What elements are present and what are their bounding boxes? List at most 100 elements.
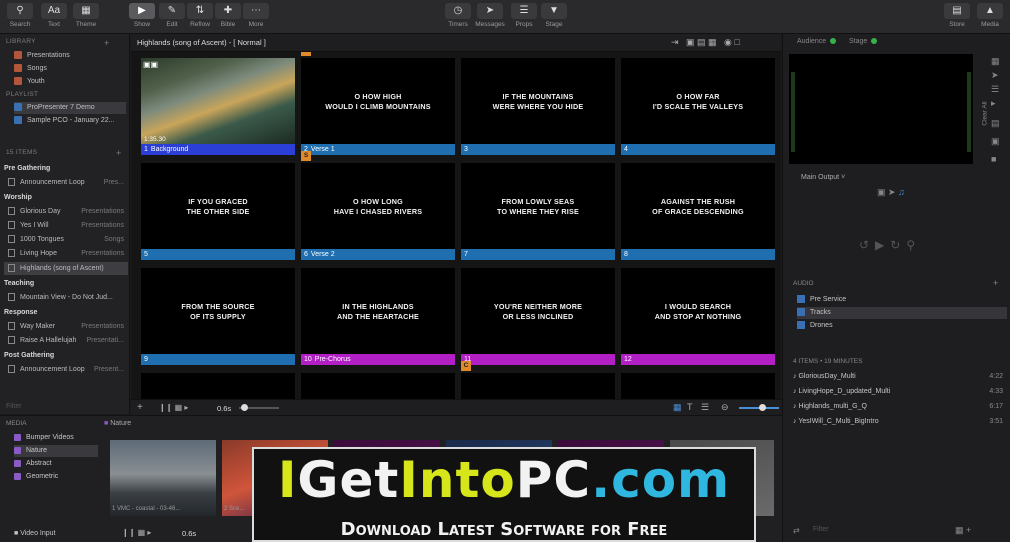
media-button[interactable]: ▲ Media — [974, 3, 1006, 31]
transport-controls[interactable]: ↺▶↻⚲ — [859, 238, 921, 252]
media-playlist-bumper[interactable]: Bumper Videos — [14, 432, 98, 444]
track-row[interactable]: ♪ YesIWill_C_Multi_BigIntro 3:51 — [793, 415, 1007, 429]
library-item-youth[interactable]: Youth — [14, 76, 126, 88]
slide-thumbnail[interactable]: AGAINST THE RUSH OF GRACE DESCENDING 8 — [621, 163, 775, 263]
add-item-icon[interactable]: + — [116, 148, 122, 158]
text-view-icon[interactable]: T — [687, 402, 693, 412]
playlist-row[interactable]: Raise A Hallelujah Presentati... — [4, 334, 128, 347]
playlist-item-pco[interactable]: Sample PCO - January 22... — [14, 115, 126, 127]
playlist-row[interactable]: Glorious Day Presentations — [4, 205, 128, 218]
media-playlist-geometric[interactable]: Geometric — [14, 471, 98, 483]
slide-thumbnail[interactable]: FROM LOWLY SEAS TO WHERE THEY RISE 7 — [461, 163, 615, 263]
slide-thumbnail[interactable]: YOU'RE NEITHER MORE OR LESS INCLINED 11 — [461, 268, 615, 368]
clear-all-button[interactable]: Clear All — [982, 101, 989, 125]
presentation-title: Highlands (song of Ascent) - [ Normal ] — [137, 38, 266, 47]
theme-button[interactable]: ▦ Theme — [70, 3, 102, 31]
slide-thumbnail[interactable]: FROM THE SOURCE OF ITS SUPPLY 9 — [141, 268, 295, 368]
list-view-icon[interactable]: ☰ — [701, 402, 709, 413]
clear-video-icon[interactable]: ■ — [991, 154, 996, 164]
media-layout-icons[interactable]: ❙❙ ▦ ▸ — [122, 528, 151, 537]
group-post-gathering[interactable]: Post Gathering — [4, 349, 128, 362]
more-mode-button[interactable]: ⋯ More — [240, 3, 272, 31]
text-button[interactable]: Aa Text — [38, 3, 70, 31]
slide-thumbnail[interactable]: IN THE HIGHLANDS AND THE HEARTACHE 10 Pre-… — [301, 268, 455, 368]
main-output-select[interactable]: Main Output ˅ — [801, 174, 845, 181]
track-row[interactable]: ♪ GloriousDay_Multi 4:22 — [793, 370, 1007, 384]
playlist-row[interactable]: Yes I Will Presentations — [4, 219, 128, 232]
group-response[interactable]: Response — [4, 306, 128, 319]
slide-thumbnail[interactable] — [621, 373, 775, 399]
slide-thumbnail[interactable]: IF THE MOUNTAINS WERE WHERE YOU HIDE 3 — [461, 58, 615, 158]
media-folder-title: ■ Nature — [104, 420, 132, 427]
output-tab-icons[interactable]: ▣ ➤ ♫ — [877, 187, 905, 198]
clear-slide-icon[interactable]: ▦ — [991, 56, 1000, 67]
transition-slider-thumb[interactable] — [241, 404, 248, 411]
slide-thumbnail[interactable]: O HOW FAR I'D SCALE THE VALLEYS 4 — [621, 58, 775, 158]
audio-playlist-tracks[interactable]: Tracks — [797, 307, 1007, 319]
playlist-item-demo[interactable]: ProPresenter 7 Demo — [14, 102, 126, 114]
clear-props-icon[interactable]: ☰ — [991, 84, 999, 95]
media-folder-icon — [14, 472, 21, 480]
layout-icons[interactable]: ❙❙ ▦ ▸ — [159, 403, 188, 412]
audio-settings-icon[interactable]: ▦ + — [955, 525, 971, 536]
video-input-item[interactable]: ■ Video Input — [14, 530, 55, 537]
items-filter-input[interactable]: Filter — [6, 403, 22, 410]
slide-thumbnail[interactable] — [301, 373, 455, 399]
audience-toggle[interactable]: Audience — [797, 38, 837, 45]
slide-thumbnail[interactable]: O HOW HIGH WOULD I CLIMB MOUNTAINS 2 Verse… — [301, 52, 455, 158]
document-icon — [8, 322, 15, 331]
slide-text: IF THE MOUNTAINS WERE WHERE YOU HIDE — [492, 92, 584, 111]
search-button[interactable]: ⚲ Search — [4, 3, 36, 31]
add-library-icon[interactable]: + — [104, 38, 110, 48]
clear-media-icon[interactable]: ▤ — [991, 118, 1000, 129]
slide-screen: 1:35.30 ▣▣ — [141, 58, 295, 144]
library-item-presentations[interactable]: Presentations — [14, 50, 126, 62]
group-pre-gathering[interactable]: Pre Gathering — [4, 162, 128, 175]
playlist-row[interactable]: Announcement Loop Pres... — [4, 176, 128, 189]
props-button[interactable]: ☰ Props — [508, 3, 540, 31]
slide-thumbnail[interactable]: C — [461, 361, 615, 399]
media-playlist-abstract[interactable]: Abstract — [14, 458, 98, 470]
clear-announce-icon[interactable]: ▸ — [991, 98, 996, 109]
media-playlist-nature[interactable]: Nature — [14, 445, 98, 457]
slide-thumbnail[interactable]: 1:35.30 ▣▣ 1 Background — [141, 58, 295, 158]
slide-thumbnail[interactable]: IF YOU GRACED THE OTHER SIDE 5 — [141, 163, 295, 263]
track-row[interactable]: ♪ LivingHope_D_updated_Multi 4:33 — [793, 385, 1007, 399]
slide-text: O HOW FAR I'D SCALE THE VALLEYS — [652, 92, 744, 111]
clear-messages-icon[interactable]: ➤ — [991, 70, 999, 81]
document-icon — [8, 235, 15, 244]
grid-view-icon[interactable]: ▦ — [673, 402, 682, 413]
stage-toggle[interactable]: Stage — [849, 38, 878, 45]
clear-image-icon[interactable]: ▣ — [991, 136, 1000, 147]
slide-thumbnail[interactable]: I WOULD SEARCH AND STOP AT NOTHING 12 — [621, 268, 775, 368]
audio-playlist-pre-service[interactable]: Pre Service — [797, 294, 1007, 306]
slide-thumbnail[interactable]: O HOW LONG HAVE I CHASED RIVERS 6 Verse 2 S — [301, 151, 455, 263]
messages-button[interactable]: ➤ Messages — [474, 3, 506, 31]
playlist-row[interactable]: Way Maker Presentations — [4, 320, 128, 333]
media-thumbnail[interactable] — [110, 440, 216, 516]
slide-number: 9 — [144, 356, 148, 363]
group-teaching[interactable]: Teaching — [4, 277, 128, 290]
audio-playlist-drones[interactable]: Drones — [797, 320, 1007, 332]
stage-button[interactable]: ▼ Stage — [538, 3, 570, 31]
slide-thumbnail[interactable] — [141, 373, 295, 399]
store-button[interactable]: ▤ Store — [941, 3, 973, 31]
playlist-row-selected[interactable]: Highlands (song of Ascent) — [4, 262, 128, 275]
audio-playlist-icon — [797, 295, 805, 304]
group-worship[interactable]: Worship — [4, 191, 128, 204]
playlist-row[interactable]: Living Hope Presentations — [4, 247, 128, 260]
track-row[interactable]: ♪ Highlands_multi_G_Q 6:17 — [793, 400, 1007, 414]
show-mode-button[interactable]: ▶ Show — [126, 3, 158, 31]
playlist-row[interactable]: 1000 Tongues Songs — [4, 233, 128, 246]
audio-filter-input[interactable]: Filter — [813, 526, 829, 533]
playlist-row[interactable]: Announcement Loop Present... — [4, 363, 128, 376]
header-tools-icons[interactable]: ⇥ ▣ ▤ ▦ ◉ □ — [671, 37, 740, 48]
shuffle-icon[interactable]: ⇄ — [793, 526, 800, 535]
add-audio-icon[interactable]: + — [993, 278, 998, 288]
playlist-row[interactable]: Mountain View - Do Not Jud... — [4, 291, 128, 304]
zoom-out-icon[interactable]: ⊖ — [721, 402, 729, 413]
library-item-songs[interactable]: Songs — [14, 63, 126, 75]
timers-button[interactable]: ◷ Timers — [442, 3, 474, 31]
add-icon[interactable]: + — [137, 402, 143, 413]
zoom-slider-thumb[interactable] — [759, 404, 766, 411]
